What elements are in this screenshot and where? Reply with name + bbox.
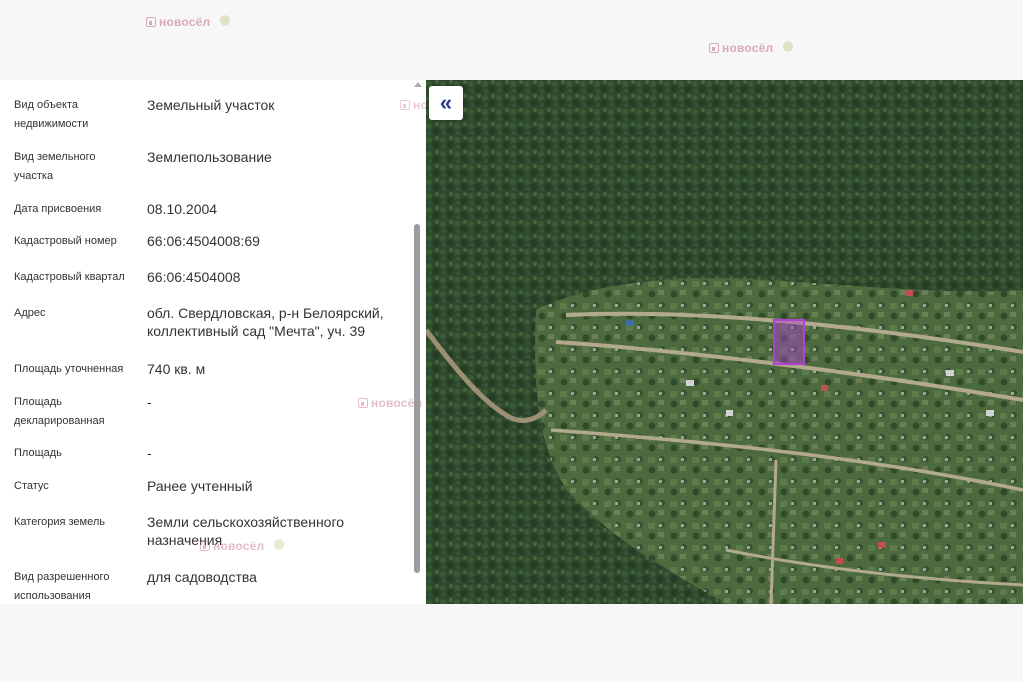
property-label: Кадастровый квартал [14, 271, 125, 283]
property-value: 66:06:4504008:69 [147, 233, 260, 249]
house-icon [200, 541, 210, 551]
house-icon [400, 100, 410, 110]
property-label: Площадь [14, 447, 62, 459]
watermark-logo-panel: новосёл [400, 98, 426, 112]
house-icon [146, 17, 156, 27]
watermark-text: новосёл [722, 41, 774, 55]
property-label: Вид разрешенного использования [14, 571, 110, 602]
property-label: Вид объекта недвижимости [14, 99, 89, 130]
watermark-text: новосёл [413, 98, 426, 112]
house-icon [709, 43, 719, 53]
watermark-logo-panel-middle: новосёл [358, 396, 422, 410]
panel-scrollbar[interactable] [414, 224, 420, 573]
property-label: Статус [14, 480, 49, 492]
property-label: Категория земель [14, 516, 105, 528]
house-icon [358, 398, 368, 408]
property-value: для садоводства [147, 569, 257, 585]
property-value: - [147, 445, 152, 461]
watermark-text: новосёл [213, 539, 265, 553]
scroll-up-arrow-icon[interactable] [414, 82, 422, 87]
tree-icon [273, 538, 286, 554]
property-value: 740 кв. м [147, 361, 206, 377]
property-label: Кадастровый номер [14, 235, 117, 247]
watermark-logo-top-left: новосёл [146, 14, 232, 30]
property-label: Площадь декларированная [14, 396, 105, 427]
watermark-logo-panel-bottom: новосёл [200, 538, 286, 554]
property-value: 08.10.2004 [147, 201, 218, 217]
page: новосёл новосёл Вид объекта недвижимости… [0, 0, 1023, 682]
property-info-panel: Вид объекта недвижимости Земельный участ… [0, 80, 426, 604]
tree-icon [782, 40, 795, 56]
collapse-panel-button[interactable]: « [429, 86, 463, 120]
property-label: Площадь уточненная [14, 363, 124, 375]
property-label: Адрес [14, 307, 46, 319]
map-imagery [426, 80, 1023, 604]
property-value: обл. Свердловская, р-н Белоярский, колле… [147, 305, 384, 339]
property-value: Земельный участок [147, 97, 275, 113]
property-value: Землепользование [147, 149, 272, 165]
property-label: Дата присвоения [14, 203, 102, 215]
property-value: Ранее учтенный [147, 478, 253, 494]
property-label: Вид земельного участка [14, 151, 96, 182]
parcel-highlight[interactable] [773, 319, 805, 365]
tree-icon [219, 14, 232, 30]
property-value: 66:06:4504008 [147, 269, 241, 285]
watermark-text: новосёл [159, 15, 211, 29]
satellite-map[interactable] [426, 80, 1023, 604]
watermark-logo-top-right: новосёл [709, 40, 795, 56]
